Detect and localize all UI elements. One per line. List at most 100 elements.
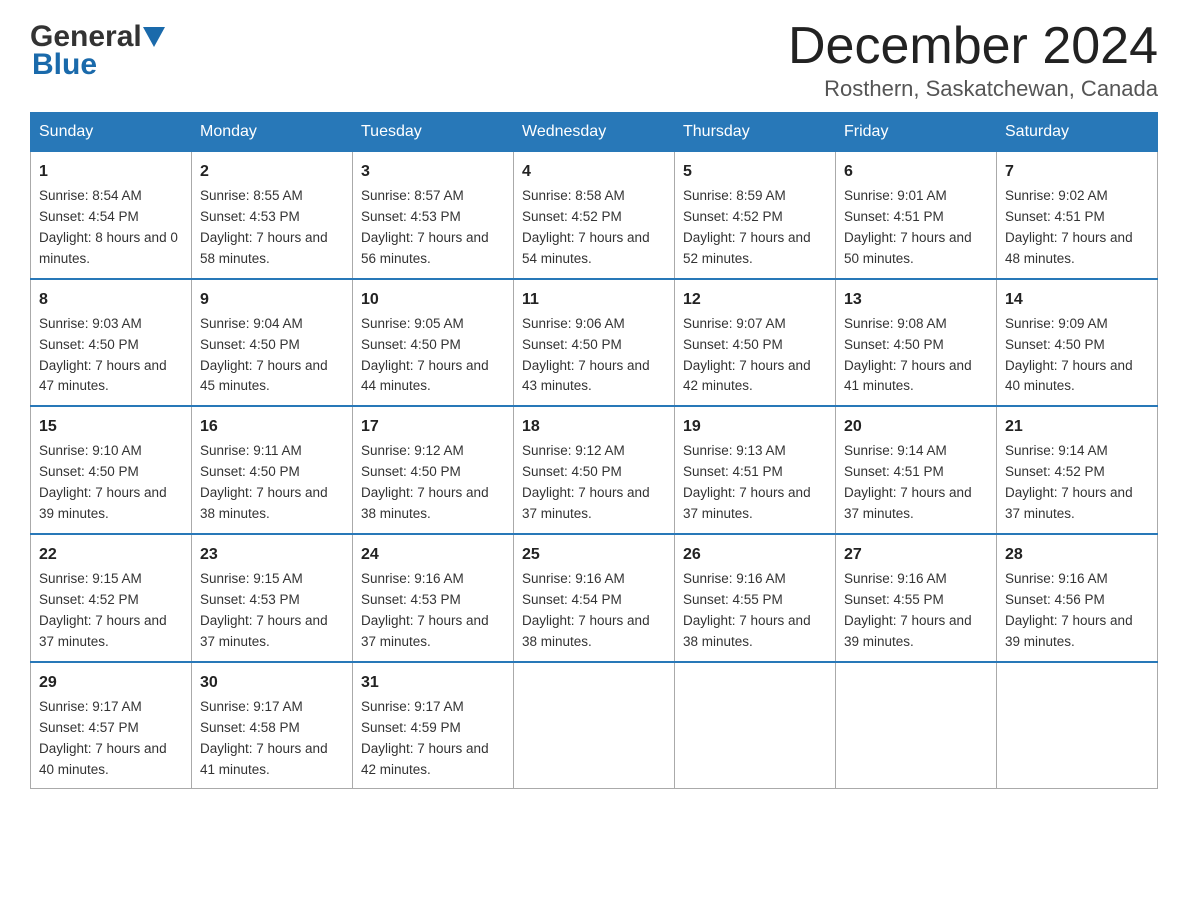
day-info: Sunrise: 9:16 AMSunset: 4:54 PMDaylight:…	[522, 571, 650, 649]
header-friday: Friday	[836, 113, 997, 152]
calendar-day-cell: 27 Sunrise: 9:16 AMSunset: 4:55 PMDaylig…	[836, 534, 997, 662]
day-info: Sunrise: 8:57 AMSunset: 4:53 PMDaylight:…	[361, 188, 489, 266]
day-number: 9	[200, 288, 344, 312]
header-saturday: Saturday	[997, 113, 1158, 152]
calendar-week-row: 1 Sunrise: 8:54 AMSunset: 4:54 PMDayligh…	[31, 152, 1158, 279]
calendar-day-cell: 14 Sunrise: 9:09 AMSunset: 4:50 PMDaylig…	[997, 279, 1158, 407]
day-number: 6	[844, 160, 988, 184]
calendar-day-cell: 23 Sunrise: 9:15 AMSunset: 4:53 PMDaylig…	[192, 534, 353, 662]
day-info: Sunrise: 9:01 AMSunset: 4:51 PMDaylight:…	[844, 188, 972, 266]
day-number: 18	[522, 415, 666, 439]
day-info: Sunrise: 9:13 AMSunset: 4:51 PMDaylight:…	[683, 443, 811, 521]
day-number: 1	[39, 160, 183, 184]
day-number: 2	[200, 160, 344, 184]
calendar-day-cell: 3 Sunrise: 8:57 AMSunset: 4:53 PMDayligh…	[353, 152, 514, 279]
calendar-day-cell: 31 Sunrise: 9:17 AMSunset: 4:59 PMDaylig…	[353, 662, 514, 789]
calendar-day-cell: 4 Sunrise: 8:58 AMSunset: 4:52 PMDayligh…	[514, 152, 675, 279]
day-number: 17	[361, 415, 505, 439]
calendar-day-cell	[836, 662, 997, 789]
day-number: 22	[39, 543, 183, 567]
header-wednesday: Wednesday	[514, 113, 675, 152]
calendar-week-row: 15 Sunrise: 9:10 AMSunset: 4:50 PMDaylig…	[31, 406, 1158, 534]
day-info: Sunrise: 9:15 AMSunset: 4:52 PMDaylight:…	[39, 571, 167, 649]
header-sunday: Sunday	[31, 113, 192, 152]
day-info: Sunrise: 9:10 AMSunset: 4:50 PMDaylight:…	[39, 443, 167, 521]
calendar-day-cell: 22 Sunrise: 9:15 AMSunset: 4:52 PMDaylig…	[31, 534, 192, 662]
calendar-day-cell: 12 Sunrise: 9:07 AMSunset: 4:50 PMDaylig…	[675, 279, 836, 407]
day-info: Sunrise: 8:58 AMSunset: 4:52 PMDaylight:…	[522, 188, 650, 266]
day-number: 5	[683, 160, 827, 184]
day-info: Sunrise: 9:16 AMSunset: 4:56 PMDaylight:…	[1005, 571, 1133, 649]
calendar-day-cell	[997, 662, 1158, 789]
calendar-day-cell: 10 Sunrise: 9:05 AMSunset: 4:50 PMDaylig…	[353, 279, 514, 407]
day-info: Sunrise: 8:55 AMSunset: 4:53 PMDaylight:…	[200, 188, 328, 266]
title-section: December 2024 Rosthern, Saskatchewan, Ca…	[788, 20, 1158, 102]
day-number: 23	[200, 543, 344, 567]
calendar-day-cell: 7 Sunrise: 9:02 AMSunset: 4:51 PMDayligh…	[997, 152, 1158, 279]
day-info: Sunrise: 9:03 AMSunset: 4:50 PMDaylight:…	[39, 316, 167, 394]
day-info: Sunrise: 9:12 AMSunset: 4:50 PMDaylight:…	[361, 443, 489, 521]
day-number: 15	[39, 415, 183, 439]
day-info: Sunrise: 9:11 AMSunset: 4:50 PMDaylight:…	[200, 443, 328, 521]
month-title: December 2024	[788, 20, 1158, 72]
header-thursday: Thursday	[675, 113, 836, 152]
calendar-day-cell: 29 Sunrise: 9:17 AMSunset: 4:57 PMDaylig…	[31, 662, 192, 789]
day-number: 31	[361, 671, 505, 695]
day-number: 13	[844, 288, 988, 312]
location-subtitle: Rosthern, Saskatchewan, Canada	[788, 76, 1158, 102]
day-info: Sunrise: 9:16 AMSunset: 4:53 PMDaylight:…	[361, 571, 489, 649]
day-info: Sunrise: 9:15 AMSunset: 4:53 PMDaylight:…	[200, 571, 328, 649]
day-number: 28	[1005, 543, 1149, 567]
calendar-day-cell: 9 Sunrise: 9:04 AMSunset: 4:50 PMDayligh…	[192, 279, 353, 407]
day-info: Sunrise: 9:14 AMSunset: 4:51 PMDaylight:…	[844, 443, 972, 521]
day-number: 8	[39, 288, 183, 312]
calendar-day-cell: 28 Sunrise: 9:16 AMSunset: 4:56 PMDaylig…	[997, 534, 1158, 662]
calendar-day-cell	[514, 662, 675, 789]
day-number: 29	[39, 671, 183, 695]
day-info: Sunrise: 9:09 AMSunset: 4:50 PMDaylight:…	[1005, 316, 1133, 394]
calendar-day-cell: 13 Sunrise: 9:08 AMSunset: 4:50 PMDaylig…	[836, 279, 997, 407]
logo-triangle-icon	[143, 27, 165, 49]
day-info: Sunrise: 9:14 AMSunset: 4:52 PMDaylight:…	[1005, 443, 1133, 521]
calendar-day-cell: 19 Sunrise: 9:13 AMSunset: 4:51 PMDaylig…	[675, 406, 836, 534]
page-header: General Blue December 2024 Rosthern, Sas…	[30, 20, 1158, 102]
day-info: Sunrise: 9:12 AMSunset: 4:50 PMDaylight:…	[522, 443, 650, 521]
calendar-day-cell: 16 Sunrise: 9:11 AMSunset: 4:50 PMDaylig…	[192, 406, 353, 534]
day-info: Sunrise: 9:06 AMSunset: 4:50 PMDaylight:…	[522, 316, 650, 394]
day-info: Sunrise: 9:02 AMSunset: 4:51 PMDaylight:…	[1005, 188, 1133, 266]
calendar-header-row: Sunday Monday Tuesday Wednesday Thursday…	[31, 113, 1158, 152]
header-monday: Monday	[192, 113, 353, 152]
day-number: 20	[844, 415, 988, 439]
header-tuesday: Tuesday	[353, 113, 514, 152]
day-number: 3	[361, 160, 505, 184]
logo-blue-text: Blue	[32, 48, 97, 82]
day-number: 16	[200, 415, 344, 439]
calendar-day-cell: 15 Sunrise: 9:10 AMSunset: 4:50 PMDaylig…	[31, 406, 192, 534]
calendar-day-cell: 11 Sunrise: 9:06 AMSunset: 4:50 PMDaylig…	[514, 279, 675, 407]
calendar-day-cell: 5 Sunrise: 8:59 AMSunset: 4:52 PMDayligh…	[675, 152, 836, 279]
day-number: 26	[683, 543, 827, 567]
day-info: Sunrise: 9:17 AMSunset: 4:58 PMDaylight:…	[200, 699, 328, 777]
day-info: Sunrise: 9:16 AMSunset: 4:55 PMDaylight:…	[683, 571, 811, 649]
calendar-day-cell: 26 Sunrise: 9:16 AMSunset: 4:55 PMDaylig…	[675, 534, 836, 662]
day-info: Sunrise: 9:17 AMSunset: 4:59 PMDaylight:…	[361, 699, 489, 777]
day-number: 21	[1005, 415, 1149, 439]
day-number: 11	[522, 288, 666, 312]
day-info: Sunrise: 9:07 AMSunset: 4:50 PMDaylight:…	[683, 316, 811, 394]
day-number: 24	[361, 543, 505, 567]
day-number: 4	[522, 160, 666, 184]
calendar-table: Sunday Monday Tuesday Wednesday Thursday…	[30, 112, 1158, 789]
day-info: Sunrise: 9:05 AMSunset: 4:50 PMDaylight:…	[361, 316, 489, 394]
calendar-day-cell: 6 Sunrise: 9:01 AMSunset: 4:51 PMDayligh…	[836, 152, 997, 279]
day-number: 27	[844, 543, 988, 567]
day-info: Sunrise: 9:16 AMSunset: 4:55 PMDaylight:…	[844, 571, 972, 649]
calendar-day-cell: 1 Sunrise: 8:54 AMSunset: 4:54 PMDayligh…	[31, 152, 192, 279]
day-number: 25	[522, 543, 666, 567]
calendar-day-cell: 20 Sunrise: 9:14 AMSunset: 4:51 PMDaylig…	[836, 406, 997, 534]
day-number: 19	[683, 415, 827, 439]
day-number: 30	[200, 671, 344, 695]
day-number: 12	[683, 288, 827, 312]
calendar-day-cell: 2 Sunrise: 8:55 AMSunset: 4:53 PMDayligh…	[192, 152, 353, 279]
calendar-day-cell: 18 Sunrise: 9:12 AMSunset: 4:50 PMDaylig…	[514, 406, 675, 534]
day-info: Sunrise: 8:54 AMSunset: 4:54 PMDaylight:…	[39, 188, 178, 266]
